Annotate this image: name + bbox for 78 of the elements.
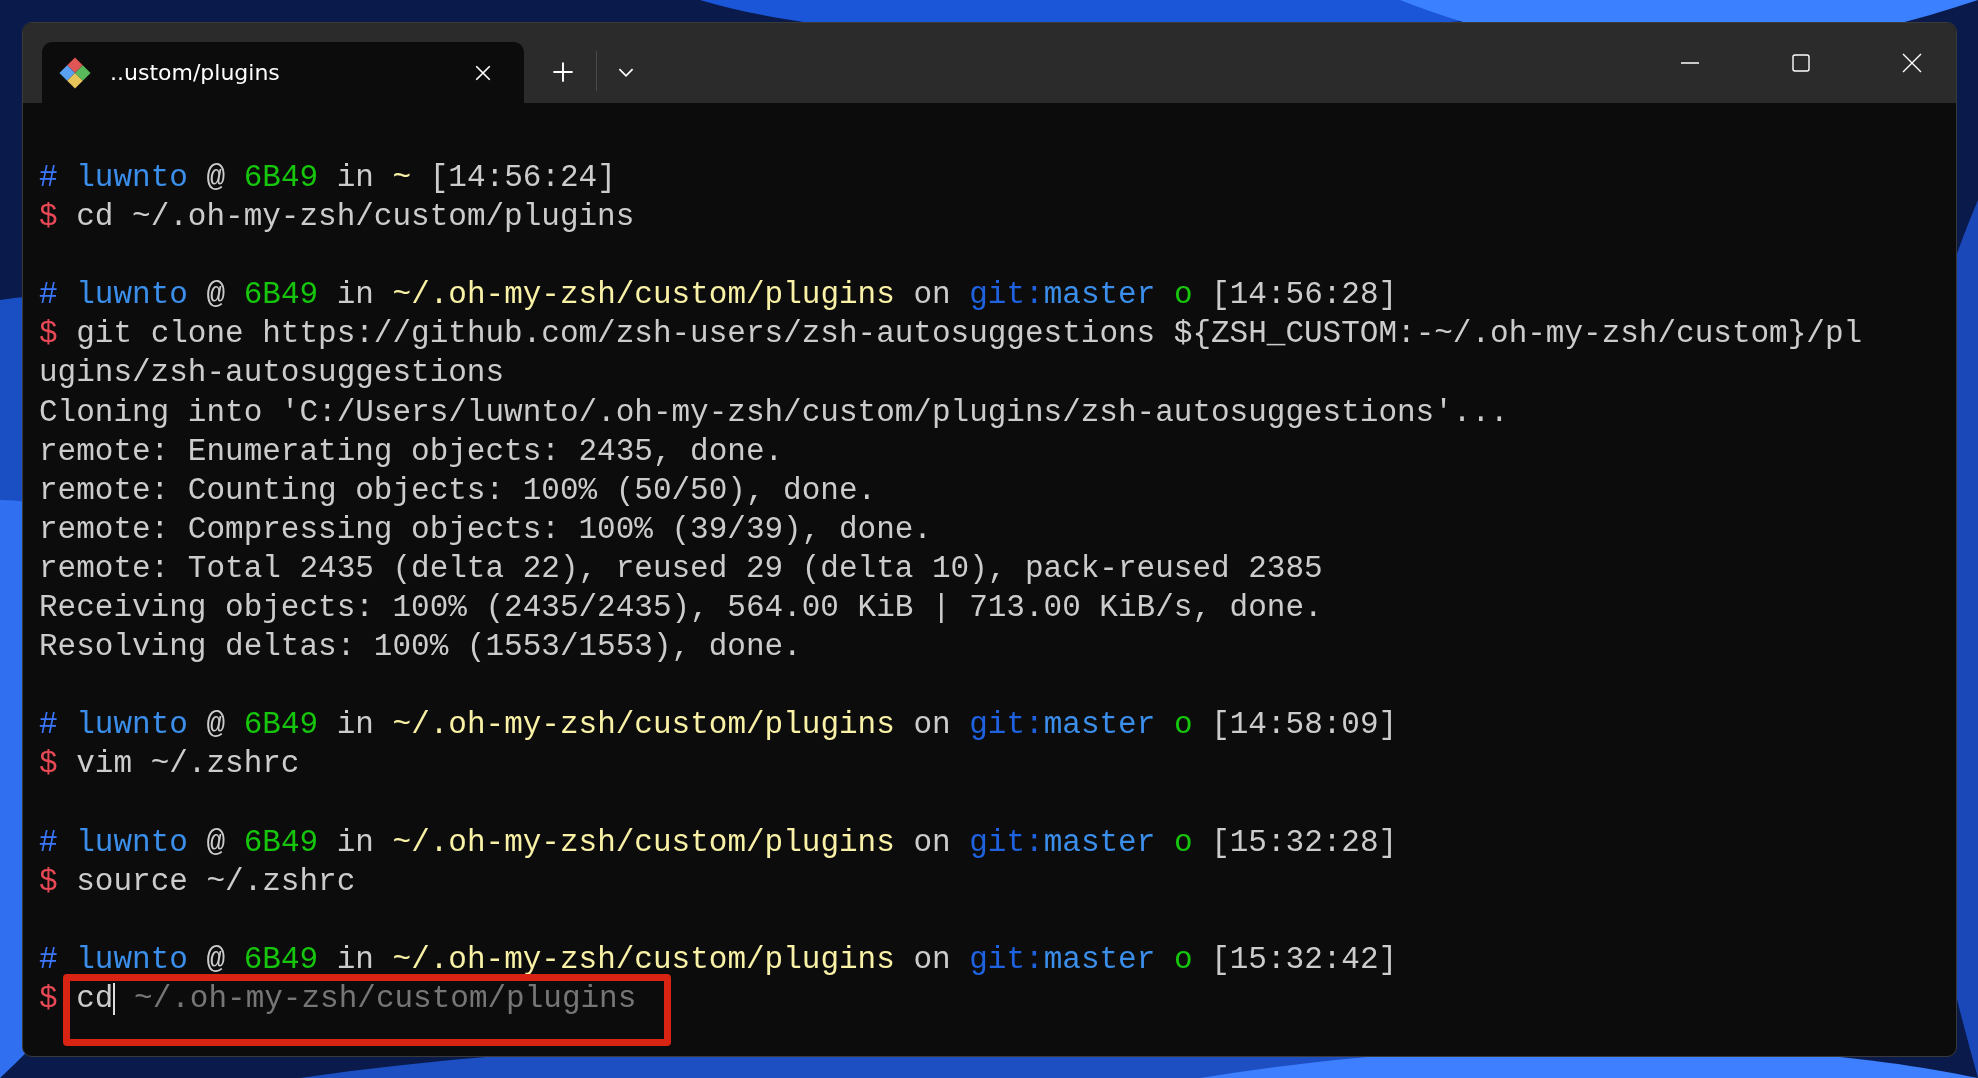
user-name: luwnto [76, 277, 188, 313]
prompt-text: on [913, 824, 951, 860]
output-line: remote: Total 2435 (delta 22), reused 29 (delta 10), pack-reused 2385 [39, 550, 1323, 586]
chevron-down-icon[interactable] [617, 67, 635, 78]
prompt-text: in [336, 160, 374, 195]
output-line: Resolving deltas: 100% (1553/1553), done. [39, 629, 802, 665]
directory-path: ~ [392, 160, 412, 195]
output-line: remote: Compressing objects: 100% (39/39), done. [39, 511, 932, 547]
git-label: git: [969, 707, 1044, 743]
status-mark: o [1173, 824, 1193, 860]
output-line: Cloning into 'C:/Users/luwnto/.oh-my-zsh/custom/plugins/zsh-autosuggestions'... [39, 394, 1509, 430]
close-icon[interactable] [474, 63, 492, 82]
directory-path: ~/.oh-my-zsh/custom/plugins [392, 941, 895, 977]
status-mark: o [1173, 277, 1193, 313]
user-name: luwnto [76, 707, 188, 743]
diamond-icon [58, 55, 92, 90]
command-text: git clone https://github.com/zsh-users/zsh-autosuggestions ${ZSH_CUSTOM:-~/.oh-my-zsh/custom}/pl [76, 316, 1863, 352]
prompt-symbol: $ [39, 980, 58, 1016]
hash-symbol: # [39, 160, 58, 195]
maximize-icon[interactable] [1791, 53, 1811, 73]
prompt-text: on [913, 707, 951, 743]
timestamp: [15:32:42] [1211, 941, 1398, 977]
prompt-symbol: $ [39, 746, 58, 782]
branch-name: master [1043, 824, 1156, 860]
status-mark: o [1173, 941, 1193, 977]
suggestion-text: ~/.oh-my-zsh/custom/plugins [134, 980, 637, 1016]
command-text: vim ~/.zshrc [76, 746, 300, 782]
hash-symbol: # [39, 941, 58, 977]
user-name: luwnto [76, 941, 188, 977]
user-name: luwnto [76, 160, 188, 195]
hash-symbol: # [39, 707, 58, 743]
host-name: 6B49 [243, 824, 319, 860]
git-label: git: [969, 941, 1044, 977]
prompt-text: in [336, 824, 374, 860]
user-name: luwnto [76, 824, 188, 860]
plus-icon[interactable] [552, 61, 574, 83]
prompt-text: in [336, 941, 374, 977]
hash-symbol: # [39, 277, 58, 313]
prompt-text: @ [206, 824, 226, 860]
prompt-text: on [913, 941, 951, 977]
branch-name: master [1043, 707, 1156, 743]
directory-path: ~/.oh-my-zsh/custom/plugins [392, 824, 895, 860]
host-name: 6B49 [243, 707, 319, 743]
output-line: ugins/zsh-autosuggestions [39, 355, 505, 391]
timestamp: [14:56:24] [429, 160, 616, 195]
host-name: 6B49 [243, 277, 319, 313]
host-name: 6B49 [243, 160, 319, 195]
output-line: Receiving objects: 100% (2435/2435), 564.00 KiB | 713.00 KiB/s, done. [39, 590, 1323, 626]
branch-name: master [1043, 941, 1156, 977]
prompt-text: @ [206, 941, 226, 977]
prompt-text: on [913, 277, 951, 313]
git-label: git: [969, 277, 1044, 313]
prompt-symbol: $ [39, 199, 58, 235]
command-text: source ~/.zshrc [76, 863, 356, 899]
command-text: cd ~/.oh-my-zsh/custom/plugins [76, 199, 635, 235]
close-icon[interactable] [1902, 53, 1922, 73]
command-text: cd [76, 980, 114, 1016]
timestamp: [14:56:28] [1211, 277, 1398, 313]
directory-path: ~/.oh-my-zsh/custom/plugins [392, 707, 895, 743]
prompt-text: @ [206, 707, 226, 743]
status-mark: o [1173, 707, 1193, 743]
git-label: git: [969, 824, 1044, 860]
terminal-tab[interactable]: ..ustom/plugins [42, 42, 524, 103]
branch-name: master [1043, 277, 1156, 313]
prompt-text: @ [206, 160, 226, 195]
output-line: remote: Enumerating objects: 2435, done. [39, 433, 784, 469]
output-line: remote: Counting objects: 100% (50/50), done. [39, 472, 877, 508]
prompt-symbol: $ [39, 863, 58, 899]
directory-path: ~/.oh-my-zsh/custom/plugins [392, 277, 895, 313]
prompt-text: in [336, 277, 374, 313]
prompt-text: in [336, 707, 374, 743]
timestamp: [14:58:09] [1211, 707, 1398, 743]
hash-symbol: # [39, 824, 58, 860]
prompt-text: @ [206, 277, 226, 313]
prompt-symbol: $ [39, 316, 58, 352]
timestamp: [15:32:28] [1211, 824, 1398, 860]
host-name: 6B49 [243, 941, 319, 977]
text-cursor [113, 982, 116, 1015]
